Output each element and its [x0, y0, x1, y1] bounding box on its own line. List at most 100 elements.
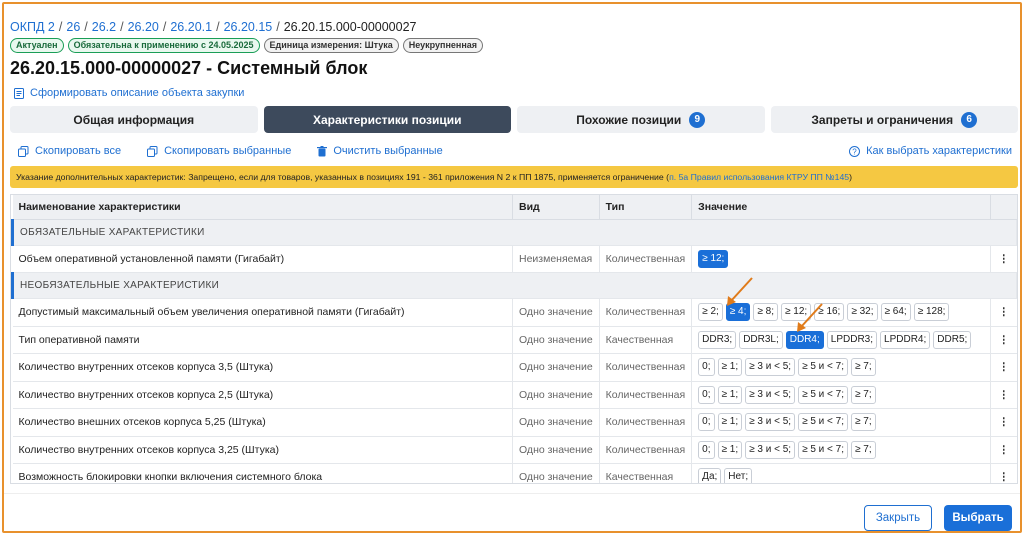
value-chip[interactable]: ≥ 64;: [880, 303, 911, 322]
table-row: Объем оперативной установленной памяти (…: [12, 245, 1017, 273]
status-badge-mandatory: Обязательна к применению с 24.05.2025: [67, 38, 260, 53]
breadcrumb-item[interactable]: 26.20.1: [170, 20, 212, 34]
column-header-menu: [990, 195, 1017, 220]
value-chip[interactable]: ≥ 1;: [717, 440, 743, 459]
characteristic-type: Количественная: [599, 436, 693, 464]
breadcrumb-item[interactable]: ОКПД 2: [10, 20, 55, 34]
tab-restrictions[interactable]: Запреты и ограничения 6: [770, 106, 1018, 133]
more-menu-icon[interactable]: ⋮: [990, 326, 1017, 354]
more-menu-icon[interactable]: ⋮: [990, 408, 1017, 437]
characteristic-kind: Одно значение: [512, 381, 600, 409]
more-menu-icon[interactable]: ⋮: [990, 298, 1017, 327]
value-chip-group: 0; ≥ 1; ≥ 3 и < 5; ≥ 5 и < 7; ≥ 7;: [698, 358, 984, 377]
restriction-notice: Указание дополнительных характеристик: З…: [10, 166, 1018, 188]
value-chip[interactable]: ≥ 3 и < 5;: [745, 358, 796, 377]
value-chip[interactable]: DDR5;: [933, 330, 972, 349]
footer-bar: Закрыть Выбрать: [4, 493, 1020, 531]
value-chip[interactable]: ≥ 7;: [851, 440, 876, 459]
characteristic-kind: Неизменяемая: [512, 245, 600, 273]
column-header-value[interactable]: Значение: [691, 195, 991, 220]
breadcrumb-item[interactable]: 26.20.15: [224, 20, 273, 34]
more-menu-icon[interactable]: ⋮: [990, 353, 1017, 382]
characteristic-kind: Одно значение: [512, 436, 600, 464]
unit-badge: Единица измерения: Штука: [263, 38, 399, 53]
value-chip[interactable]: ≥ 3 и < 5;: [745, 413, 796, 432]
value-chip-selected[interactable]: ≥ 12;: [698, 249, 729, 268]
more-menu-icon[interactable]: ⋮: [990, 463, 1017, 483]
table-row: Количество внутренних отсеков корпуса 3,…: [12, 436, 1017, 464]
more-menu-icon[interactable]: ⋮: [990, 245, 1017, 273]
value-chip[interactable]: ≥ 7;: [851, 385, 876, 404]
tab-bar: Общая информация Характеристики позиции …: [10, 106, 1018, 133]
clear-selected-button[interactable]: Очистить выбранные: [317, 145, 443, 157]
value-chip[interactable]: ≥ 5 и < 7;: [798, 385, 848, 404]
column-header-name[interactable]: Наименование характеристики: [12, 195, 513, 220]
value-chip[interactable]: ≥ 32;: [847, 303, 878, 322]
value-chip[interactable]: Нет;: [724, 468, 753, 483]
more-menu-icon[interactable]: ⋮: [990, 436, 1017, 464]
notice-text: Указание дополнительных характеристик: З…: [16, 172, 670, 182]
value-chip[interactable]: ≥ 1;: [717, 385, 743, 404]
breadcrumb-current: 26.20.15.000-00000027: [283, 20, 417, 34]
copy-selected-button[interactable]: Скопировать выбранные: [147, 145, 291, 157]
value-chip[interactable]: ≥ 1;: [717, 358, 743, 377]
characteristic-name: Тип оперативной памяти: [12, 326, 513, 354]
breadcrumb-item[interactable]: 26: [66, 20, 80, 34]
tab-count-badge: 6: [961, 111, 978, 128]
how-to-choose-link[interactable]: ? Как выбрать характеристики: [849, 145, 1012, 157]
value-chip[interactable]: ≥ 5 и < 7;: [798, 358, 848, 377]
column-header-type[interactable]: Тип: [599, 195, 693, 220]
value-chip[interactable]: ≥ 5 и < 7;: [798, 413, 848, 432]
tab-count-badge: 9: [689, 111, 706, 128]
characteristic-name: Объем оперативной установленной памяти (…: [12, 245, 513, 273]
value-chip[interactable]: DDR3L;: [739, 330, 783, 349]
tab-characteristics[interactable]: Характеристики позиции: [263, 106, 511, 133]
copy-all-button[interactable]: Скопировать все: [18, 145, 121, 157]
value-chip[interactable]: LPDDR4;: [880, 330, 931, 349]
notice-link[interactable]: п. 5а Правил использования КТРУ ПП №145: [669, 172, 849, 182]
characteristic-type: Количественная: [599, 298, 693, 327]
select-button[interactable]: Выбрать: [944, 505, 1012, 531]
value-chip[interactable]: ≥ 2;: [698, 303, 723, 322]
tab-similar-positions[interactable]: Похожие позиции 9: [517, 106, 765, 133]
annotation-arrow: [727, 277, 753, 306]
breadcrumb-separator: /: [84, 20, 88, 34]
value-chip[interactable]: ≥ 7;: [851, 413, 876, 432]
value-chip[interactable]: ≥ 5 и < 7;: [798, 440, 848, 459]
table-row: Возможность блокировки кнопки включения …: [12, 463, 1017, 483]
page-title: 26.20.15.000-00000027 - Системный блок: [10, 58, 368, 78]
column-header-kind[interactable]: Вид: [512, 195, 600, 220]
value-chip[interactable]: ≥ 3 и < 5;: [745, 440, 796, 459]
value-chip[interactable]: 0;: [698, 440, 715, 459]
breadcrumb-item[interactable]: 26.2: [92, 20, 116, 34]
characteristic-type: Количественная: [599, 381, 693, 409]
characteristic-type: Качественная: [599, 463, 693, 483]
characteristic-values: 0; ≥ 1; ≥ 3 и < 5; ≥ 5 и < 7; ≥ 7;: [691, 436, 991, 464]
value-chip[interactable]: ≥ 1;: [717, 413, 743, 432]
value-chip[interactable]: 0;: [698, 358, 715, 377]
more-menu-icon[interactable]: ⋮: [990, 381, 1017, 409]
value-chip-group: 0; ≥ 1; ≥ 3 и < 5; ≥ 5 и < 7; ≥ 7;: [698, 385, 984, 404]
characteristic-name: Количество внутренних отсеков корпуса 3,…: [12, 436, 513, 464]
generate-description-link[interactable]: Сформировать описание объекта закупки: [14, 87, 244, 99]
tab-label: Запреты и ограничения: [811, 112, 954, 127]
value-chip[interactable]: 0;: [698, 385, 715, 404]
value-chip[interactable]: Да;: [698, 468, 722, 483]
value-chip[interactable]: ≥ 3 и < 5;: [745, 385, 796, 404]
breadcrumb-item[interactable]: 26.20: [128, 20, 159, 34]
characteristic-values: 0; ≥ 1; ≥ 3 и < 5; ≥ 5 и < 7; ≥ 7;: [691, 381, 991, 409]
characteristic-values: Да; Нет;: [691, 463, 991, 483]
value-chip[interactable]: ≥ 7;: [851, 358, 876, 377]
close-button[interactable]: Закрыть: [864, 505, 932, 531]
value-chip[interactable]: ≥ 128;: [913, 303, 950, 322]
characteristic-kind: Одно значение: [512, 463, 600, 483]
breadcrumb-separator: /: [58, 20, 63, 34]
generate-description-label: Сформировать описание объекта закупки: [30, 87, 245, 99]
tab-general-info[interactable]: Общая информация: [10, 106, 258, 133]
value-chip[interactable]: DDR3;: [698, 330, 737, 349]
value-chip[interactable]: 0;: [698, 413, 715, 432]
tab-label: Похожие позиции: [576, 112, 682, 127]
value-chip[interactable]: LPDDR3;: [826, 330, 878, 349]
characteristic-values: ≥ 12;: [691, 245, 991, 273]
characteristic-type: Количественная: [599, 353, 693, 382]
